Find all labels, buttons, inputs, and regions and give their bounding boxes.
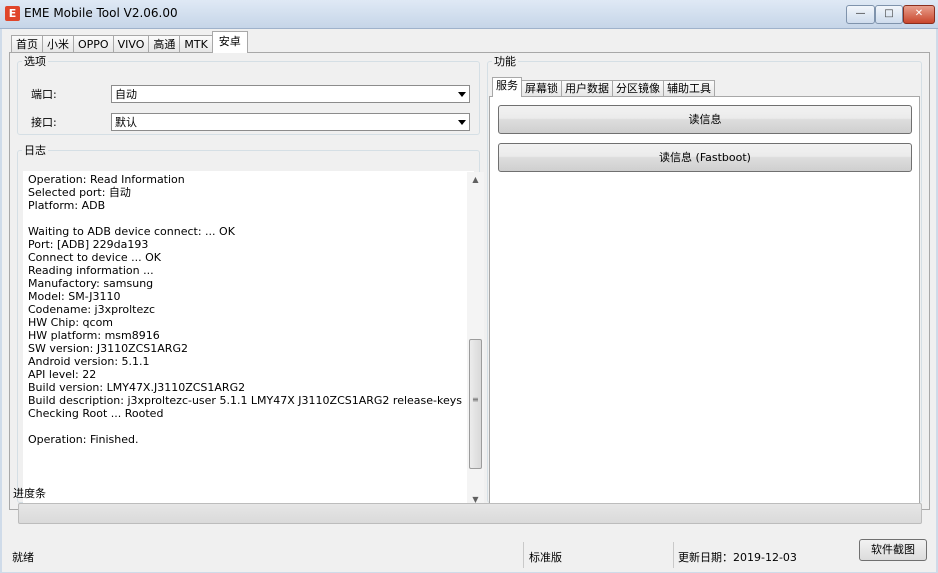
maximize-button[interactable]: □ (875, 5, 903, 24)
tab-oppo[interactable]: OPPO (73, 35, 114, 53)
log-line: Platform: ADB (28, 199, 106, 212)
app-icon: E (5, 6, 20, 21)
functions-legend: 功能 (494, 55, 516, 68)
minimize-button[interactable]: — (846, 5, 875, 24)
log-scrollbar[interactable]: ▲ ≡ ▼ (467, 172, 484, 508)
tab-partition-image[interactable]: 分区镜像 (612, 80, 664, 97)
log-line: Checking Root ... Rooted (28, 407, 164, 420)
chevron-down-icon (458, 120, 466, 125)
log-line: API level: 22 (28, 368, 97, 381)
tab-mtk[interactable]: MTK (179, 35, 213, 53)
android-tab-panel: 选项 端口: 自动 接口: 默认 日志 Operation: Read Info… (9, 52, 930, 514)
log-line: HW Chip: qcom (28, 316, 114, 329)
scrollbar-thumb[interactable]: ≡ (469, 339, 482, 469)
main-tab-strip: 首页 小米 OPPO VIVO 高通 MTK 安卓 (11, 31, 248, 53)
log-group: 日志 Operation: Read Information Selected p… (17, 142, 484, 511)
progress-label: 进度条 (13, 487, 46, 500)
log-line: Model: SM-J3110 (28, 290, 121, 303)
status-text: 就绪 (12, 551, 34, 564)
functions-tab-strip: 服务 屏幕锁 用户数据 分区镜像 辅助工具 (492, 77, 715, 97)
log-line: Port: [ADB] 229da193 (28, 238, 149, 251)
client-area: 首页 小米 OPPO VIVO 高通 MTK 安卓 选项 端口: 自动 接口: … (2, 29, 936, 572)
status-divider (673, 542, 674, 568)
log-line: Manufactory: samsung (28, 277, 154, 290)
log-line: Reading information ... (28, 264, 154, 277)
log-line: SW version: J3110ZCS1ARG2 (28, 342, 188, 355)
tab-xiaomi[interactable]: 小米 (42, 35, 74, 53)
tab-service[interactable]: 服务 (492, 77, 522, 97)
interface-label: 接口: (31, 116, 57, 129)
log-line: Build description: j3xproltezc-user 5.1.… (28, 394, 462, 407)
tab-qualcomm[interactable]: 高通 (148, 35, 181, 53)
title-bar: E EME Mobile Tool V2.06.00 — □ ✕ (0, 0, 938, 29)
log-line: Operation: Read Information (28, 173, 185, 186)
port-select[interactable]: 自动 (111, 85, 470, 103)
log-line: Codename: j3xproltezc (28, 303, 156, 316)
options-group: 选项 端口: 自动 接口: 默认 (17, 53, 480, 135)
functions-group: 功能 服务 屏幕锁 用户数据 分区镜像 辅助工具 读信息 读信息 (Fastbo… (487, 53, 922, 514)
window-title: EME Mobile Tool V2.06.00 (24, 6, 178, 20)
log-line: Waiting to ADB device connect: ... OK (28, 225, 235, 238)
tab-screen-lock[interactable]: 屏幕锁 (521, 80, 562, 97)
scroll-up-arrow-icon[interactable]: ▲ (467, 172, 484, 188)
log-line: Selected port: 自动 (28, 186, 131, 199)
close-button[interactable]: ✕ (903, 5, 935, 24)
log-line: Build version: LMY47X.J3110ZCS1ARG2 (28, 381, 246, 394)
progress-bar (18, 503, 922, 524)
status-divider (523, 542, 524, 568)
edition-text: 标准版 (529, 551, 562, 564)
interface-select-value: 默认 (115, 116, 137, 129)
update-date-text: 更新日期：2019-12-03 (678, 551, 797, 564)
status-bar: 就绪 标准版 更新日期：2019-12-03 软件截图 (2, 538, 936, 572)
read-info-fastboot-button[interactable]: 读信息 (Fastboot) (498, 143, 912, 172)
tab-home[interactable]: 首页 (11, 35, 43, 53)
log-line: HW platform: msm8916 (28, 329, 160, 342)
interface-select[interactable]: 默认 (111, 113, 470, 131)
service-tab-panel: 读信息 读信息 (Fastboot) (489, 96, 920, 514)
tab-vivo[interactable]: VIVO (112, 35, 150, 53)
port-label: 端口: (31, 88, 57, 101)
screenshot-button[interactable]: 软件截图 (859, 539, 927, 561)
tab-tools[interactable]: 辅助工具 (663, 80, 715, 97)
log-textarea[interactable]: Operation: Read Information Selected port… (23, 171, 484, 511)
log-line: Connect to device ... OK (28, 251, 162, 264)
tab-android[interactable]: 安卓 (211, 31, 248, 53)
chevron-down-icon (458, 92, 466, 97)
grip-icon: ≡ (472, 395, 479, 404)
tab-user-data[interactable]: 用户数据 (561, 80, 613, 97)
log-lines: Operation: Read Information Selected port… (28, 173, 462, 446)
options-legend: 选项 (24, 55, 46, 68)
log-line: Operation: Finished. (28, 433, 139, 446)
log-line: Android version: 5.1.1 (28, 355, 150, 368)
read-info-button[interactable]: 读信息 (498, 105, 912, 134)
port-select-value: 自动 (115, 88, 137, 101)
log-legend: 日志 (24, 144, 46, 157)
